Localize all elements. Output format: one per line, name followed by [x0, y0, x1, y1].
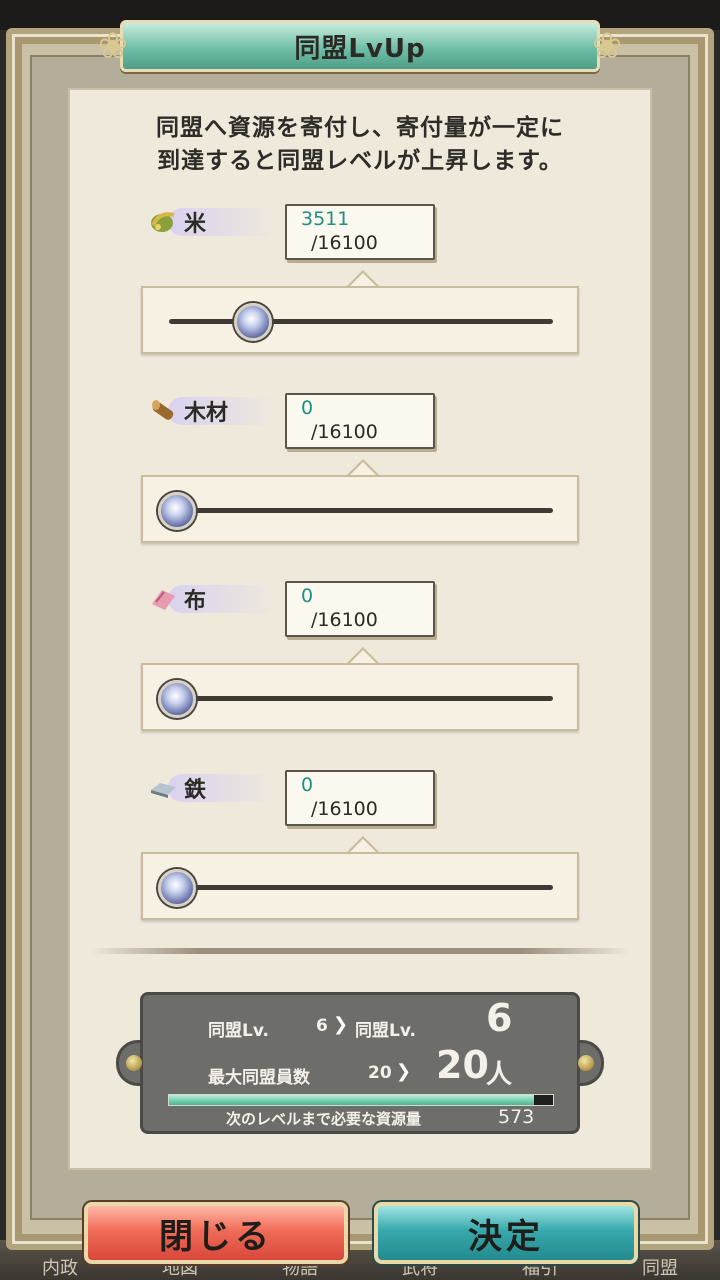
slider-pointer	[346, 270, 380, 288]
resource-name: 木材	[184, 401, 229, 426]
cloud-ornament-icon: ❀	[97, 26, 129, 67]
members-next: 20	[436, 1043, 489, 1087]
resource-value-box: 0 /16100	[285, 770, 435, 826]
wood-icon	[148, 396, 178, 426]
slider-track[interactable]	[169, 508, 553, 513]
resource-max-value: /16100	[311, 798, 378, 820]
progress-label: 次のレベルまで必要な資源量	[226, 1110, 422, 1128]
arrow-right-icon: ❯	[333, 1014, 349, 1035]
resource-name: 布	[184, 589, 207, 614]
description-line-2: 到達すると同盟レベルが上昇します。	[157, 148, 563, 174]
resource-row-iron: 鉄 0 /16100	[0, 770, 720, 930]
members-label: 最大同盟員数	[208, 1068, 310, 1088]
cloth-icon	[148, 584, 178, 614]
level-next-label: 同盟Lv.	[355, 1021, 416, 1041]
resource-slider[interactable]	[141, 663, 579, 731]
slider-handle[interactable]	[158, 869, 196, 907]
resource-value-box: 3511 /16100	[285, 204, 435, 260]
resource-row-rice: 米 3511 /16100	[0, 204, 720, 364]
section-divider	[90, 948, 630, 954]
dialog-title: 同盟LvUp	[294, 33, 426, 64]
description: 同盟へ資源を寄付し、寄付量が一定に 到達すると同盟レベルが上昇します。	[0, 112, 720, 178]
resource-current-value: 3511	[301, 208, 350, 230]
resource-label: 布	[148, 581, 278, 617]
resource-row-cloth: 布 0 /16100	[0, 581, 720, 741]
resource-label: 米	[148, 204, 278, 240]
slider-handle[interactable]	[158, 680, 196, 718]
resource-slider[interactable]	[141, 286, 579, 354]
level-label: 同盟Lv.	[208, 1021, 269, 1041]
rice-icon	[148, 207, 178, 237]
resource-current-value: 0	[301, 774, 314, 796]
progress-fill	[169, 1095, 534, 1105]
slider-pointer	[346, 459, 380, 477]
level-next: 6	[486, 996, 513, 1040]
resource-max-value: /16100	[311, 609, 378, 631]
level-current: 6	[316, 1016, 328, 1036]
members-current: 20	[368, 1063, 392, 1083]
rivet-icon	[126, 1055, 142, 1071]
resource-name: 鉄	[184, 778, 207, 803]
description-line-1: 同盟へ資源を寄付し、寄付量が一定に	[156, 115, 564, 141]
resource-label: 鉄	[148, 770, 278, 806]
resource-value-box: 0 /16100	[285, 581, 435, 637]
members-unit: 人	[486, 1060, 513, 1090]
resource-slider[interactable]	[141, 852, 579, 920]
slider-pointer	[346, 836, 380, 854]
resource-slider[interactable]	[141, 475, 579, 543]
resource-max-value: /16100	[311, 232, 378, 254]
title-banner: ❀ 同盟LvUp ❀	[98, 20, 622, 72]
resource-row-wood: 木材 0 /16100	[0, 393, 720, 553]
rivet-icon	[578, 1055, 594, 1071]
progress-value: 573	[498, 1106, 535, 1128]
resource-label: 木材	[148, 393, 278, 429]
slider-pointer	[346, 647, 380, 665]
resource-current-value: 0	[301, 397, 314, 419]
confirm-button[interactable]: 決定	[374, 1202, 638, 1264]
slider-handle[interactable]	[158, 492, 196, 530]
resource-current-value: 0	[301, 585, 314, 607]
resource-progress-bar	[168, 1094, 554, 1106]
resource-max-value: /16100	[311, 421, 378, 443]
resource-value-box: 0 /16100	[285, 393, 435, 449]
resource-name: 米	[184, 212, 207, 237]
cloud-ornament-icon: ❀	[591, 26, 623, 67]
slider-track[interactable]	[169, 696, 553, 701]
arrow-right-icon: ❯	[396, 1061, 412, 1082]
iron-icon	[148, 773, 178, 803]
slider-handle[interactable]	[233, 303, 272, 341]
slider-track[interactable]	[169, 319, 553, 324]
slider-track[interactable]	[169, 885, 553, 890]
close-button[interactable]: 閉じる	[84, 1202, 348, 1264]
